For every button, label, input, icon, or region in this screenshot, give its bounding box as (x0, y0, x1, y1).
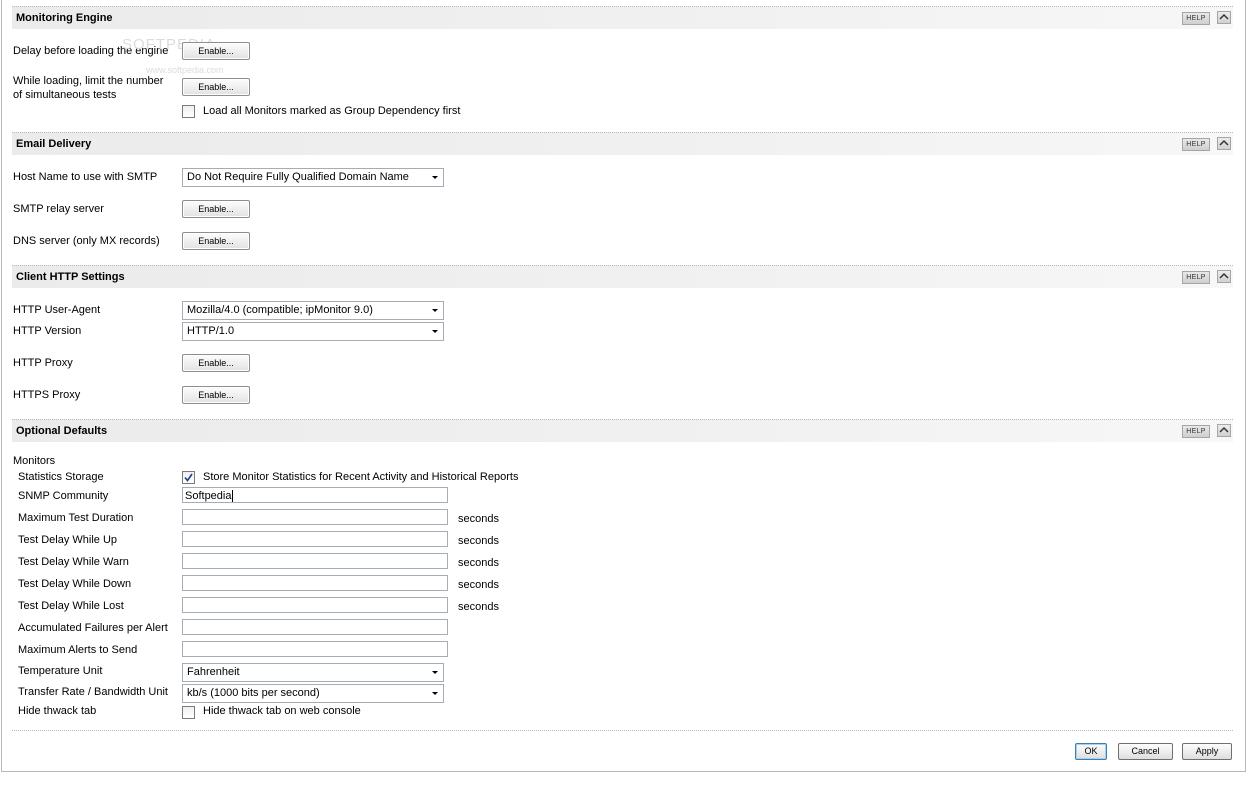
section-title: Optional Defaults (16, 425, 108, 437)
hide-thwack-checkbox[interactable] (182, 706, 195, 719)
http-user-agent-value: Mozilla/4.0 (compatible; ipMonitor 9.0) (187, 304, 373, 316)
section-header-email-delivery[interactable]: Email Delivery HELP (12, 132, 1233, 155)
collapse-icon[interactable] (1217, 424, 1231, 437)
section-title: Monitoring Engine (16, 12, 113, 24)
section-header-client-http[interactable]: Client HTTP Settings HELP (12, 265, 1233, 288)
section-header-monitoring-engine[interactable]: Monitoring Engine HELP (12, 6, 1233, 29)
smtp-host-value: Do Not Require Fully Qualified Domain Na… (187, 171, 409, 183)
smtp-relay-enable-button[interactable]: Enable... (182, 200, 250, 218)
delay-warn-input[interactable] (182, 553, 448, 569)
max-alerts-label: Maximum Alerts to Send (18, 644, 138, 656)
transfer-rate-label: Transfer Rate / Bandwidth Unit (18, 686, 168, 698)
delay-lost-label: Test Delay While Lost (18, 600, 124, 612)
cancel-button[interactable]: Cancel (1118, 743, 1173, 760)
delay-enable-button[interactable]: Enable... (182, 42, 250, 60)
group-dependency-checkbox[interactable] (182, 105, 195, 118)
delay-down-input[interactable] (182, 575, 448, 591)
http-user-agent-label: HTTP User-Agent (13, 304, 101, 316)
group-dependency-label: Load all Monitors marked as Group Depend… (203, 105, 461, 117)
accumulated-failures-input[interactable] (182, 619, 448, 635)
max-alerts-input[interactable] (182, 641, 448, 657)
statistics-storage-label: Statistics Storage (18, 471, 104, 483)
statistics-storage-checkbox-label: Store Monitor Statistics for Recent Acti… (203, 471, 519, 483)
delay-lost-input[interactable] (182, 597, 448, 613)
max-test-duration-input[interactable] (182, 509, 448, 525)
delay-up-input[interactable] (182, 531, 448, 547)
https-proxy-label: HTTPS Proxy (13, 389, 81, 401)
https-proxy-enable-button[interactable]: Enable... (182, 386, 250, 404)
chevron-down-icon (432, 176, 438, 179)
dns-server-label: DNS server (only MX records) (13, 235, 160, 247)
hide-thwack-label: Hide thwack tab (18, 705, 97, 717)
limit-label: While loading, limit the number of simul… (13, 75, 164, 101)
delay-up-label: Test Delay While Up (18, 534, 118, 546)
chevron-down-icon (432, 309, 438, 312)
limit-enable-button[interactable]: Enable... (182, 78, 250, 96)
transfer-rate-select[interactable]: kb/s (1000 bits per second) (182, 684, 444, 703)
accumulated-failures-label: Accumulated Failures per Alert (18, 622, 168, 634)
http-version-value: HTTP/1.0 (187, 325, 235, 337)
temperature-unit-label: Temperature Unit (18, 665, 103, 677)
smtp-relay-label: SMTP relay server (13, 203, 104, 215)
checkmark-icon (184, 473, 193, 482)
apply-button[interactable]: Apply (1182, 743, 1232, 760)
http-version-select[interactable]: HTTP/1.0 (182, 322, 444, 341)
help-button[interactable]: HELP (1182, 138, 1210, 151)
ok-button[interactable]: OK (1075, 743, 1107, 760)
temperature-unit-value: Fahrenheit (187, 666, 240, 678)
help-button[interactable]: HELP (1182, 425, 1210, 438)
dns-server-enable-button[interactable]: Enable... (182, 232, 250, 250)
delay-down-label: Test Delay While Down (18, 578, 132, 590)
snmp-community-input[interactable]: Softpedia (182, 487, 448, 503)
section-header-optional-defaults[interactable]: Optional Defaults HELP (12, 419, 1233, 442)
chevron-down-icon (432, 330, 438, 333)
seconds-unit: seconds (458, 601, 499, 613)
collapse-icon[interactable] (1217, 11, 1231, 24)
delay-warn-label: Test Delay While Warn (18, 556, 129, 568)
seconds-unit: seconds (458, 535, 499, 547)
http-version-label: HTTP Version (13, 325, 82, 337)
http-proxy-label: HTTP Proxy (13, 357, 73, 369)
smtp-host-select[interactable]: Do Not Require Fully Qualified Domain Na… (182, 168, 444, 187)
http-user-agent-select[interactable]: Mozilla/4.0 (compatible; ipMonitor 9.0) (182, 301, 444, 320)
seconds-unit: seconds (458, 579, 499, 591)
transfer-rate-value: kb/s (1000 bits per second) (187, 687, 320, 699)
help-button[interactable]: HELP (1182, 271, 1210, 284)
collapse-icon[interactable] (1217, 137, 1231, 150)
statistics-storage-checkbox[interactable] (182, 471, 195, 484)
smtp-host-label: Host Name to use with SMTP (13, 171, 158, 183)
snmp-community-label: SNMP Community (18, 490, 109, 502)
seconds-unit: seconds (458, 557, 499, 569)
collapse-icon[interactable] (1217, 270, 1231, 283)
seconds-unit: seconds (458, 513, 499, 525)
hide-thwack-checkbox-label: Hide thwack tab on web console (203, 705, 361, 717)
section-title: Email Delivery (16, 138, 92, 150)
snmp-community-value: Softpedia (185, 490, 232, 502)
chevron-down-icon (432, 671, 438, 674)
help-button[interactable]: HELP (1182, 12, 1210, 25)
http-proxy-enable-button[interactable]: Enable... (182, 354, 250, 372)
footer-divider (12, 730, 1233, 731)
max-test-duration-label: Maximum Test Duration (18, 512, 134, 524)
temperature-unit-select[interactable]: Fahrenheit (182, 663, 444, 682)
monitors-heading: Monitors (13, 455, 56, 467)
chevron-down-icon (432, 692, 438, 695)
section-title: Client HTTP Settings (16, 271, 125, 283)
